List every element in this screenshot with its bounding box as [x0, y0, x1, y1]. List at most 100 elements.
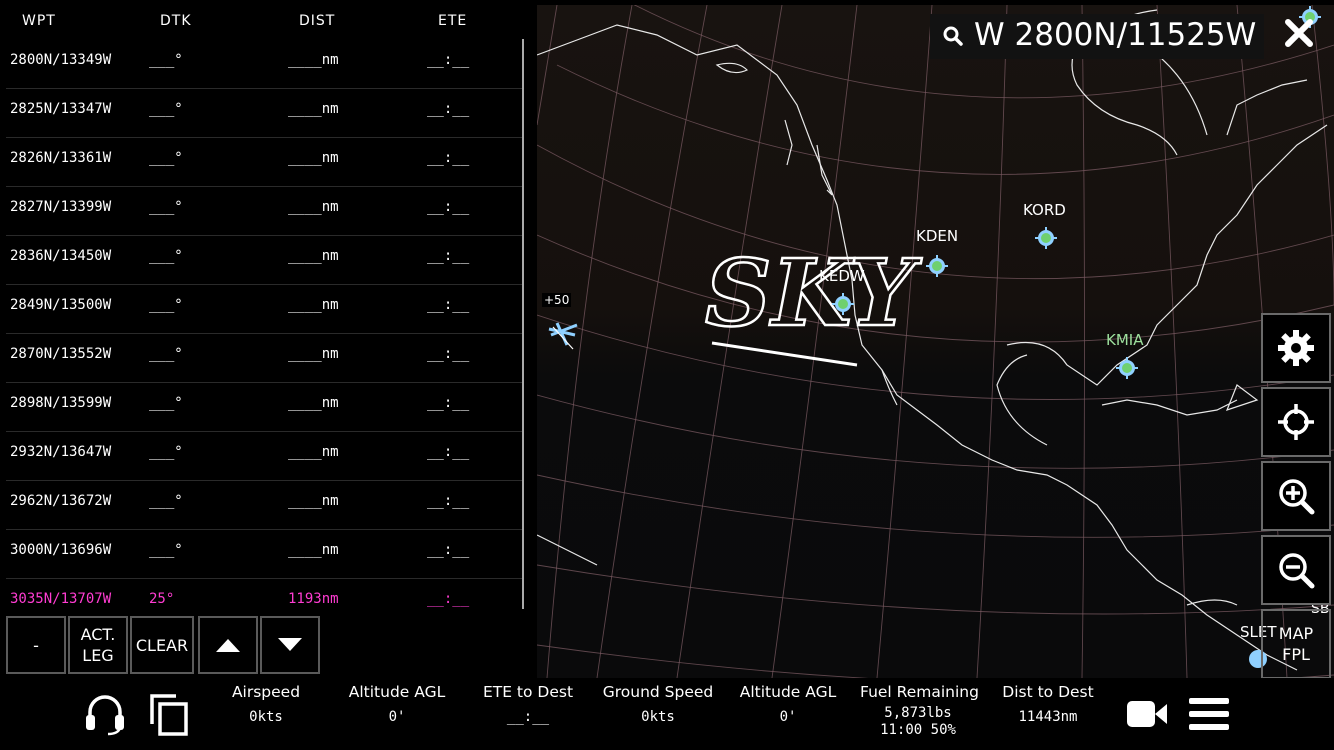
- headset-icon[interactable]: [84, 692, 126, 736]
- waypoint-name: 2849N/13500W: [10, 297, 112, 313]
- altitude-agl-readout-2: Altitude AGL 0': [737, 683, 839, 726]
- zoom-in-icon: [1279, 479, 1315, 515]
- waypoint-row[interactable]: 2932N/13647W ___° ____nm __:__: [6, 432, 522, 481]
- move-down-button[interactable]: [260, 616, 320, 674]
- waypoint-dtk: ___°: [149, 101, 183, 117]
- waypoint-ete: __:__: [427, 493, 470, 509]
- ground-speed-value: 0kts: [641, 709, 675, 725]
- map-view[interactable]: SKY +50 KDEN KORD KMIA KEDW SLET SB: [537, 5, 1334, 678]
- dist-to-dest-readout: Dist to Dest 11443nm: [998, 683, 1098, 726]
- flight-plan-list: 2800N/13349W ___° ____nm __:__ 2825N/133…: [6, 40, 522, 627]
- waypoint-ete: __:__: [427, 52, 470, 68]
- waypoint-name: 2898N/13599W: [10, 395, 112, 411]
- zoom-in-button[interactable]: [1261, 461, 1331, 531]
- waypoint-dist: ____nm: [288, 346, 339, 362]
- triangle-down-icon: [278, 638, 302, 651]
- waypoint-ete: __:__: [427, 542, 470, 558]
- waypoint-ete: __:__: [427, 346, 470, 362]
- dist-to-dest-label: Dist to Dest: [1002, 683, 1094, 701]
- waypoint-row[interactable]: 3000N/13696W ___° ____nm __:__: [6, 530, 522, 579]
- fuel-remaining-readout: Fuel Remaining 5,873lbs 11:00 50%: [860, 683, 979, 739]
- waypoint-dist: ____nm: [288, 199, 339, 215]
- waypoint-row[interactable]: 2962N/13672W ___° ____nm __:__: [6, 481, 522, 530]
- aircraft-altitude-tag: +50: [542, 293, 572, 307]
- svg-text:SKY: SKY: [705, 239, 923, 347]
- header-ete: ETE: [438, 13, 468, 29]
- crosshair-icon: [1278, 404, 1314, 440]
- zoom-out-button[interactable]: [1261, 535, 1331, 605]
- waypoint-ete: __:__: [427, 591, 470, 607]
- ground-speed-label: Ground Speed: [602, 683, 714, 701]
- waypoint-row[interactable]: 2898N/13599W ___° ____nm __:__: [6, 383, 522, 432]
- waypoint-row[interactable]: 2800N/13349W ___° ____nm __:__: [6, 40, 522, 89]
- waypoint-dist: ____nm: [288, 395, 339, 411]
- fuel-remaining-time: 11:00 50%: [880, 722, 956, 738]
- waypoint-row[interactable]: 2849N/13500W ___° ____nm __:__: [6, 285, 522, 334]
- waypoint-name: 2800N/13349W: [10, 52, 112, 68]
- waypoint-row[interactable]: 2825N/13347W ___° ____nm __:__: [6, 89, 522, 138]
- copy-icon[interactable]: [148, 692, 190, 736]
- waypoint-row[interactable]: 2870N/13552W ___° ____nm __:__: [6, 334, 522, 383]
- flight-plan-scrollbar[interactable]: [522, 39, 524, 609]
- waypoint-name: 2836N/13450W: [10, 248, 112, 264]
- remove-waypoint-button[interactable]: -: [6, 616, 66, 674]
- move-up-button[interactable]: [198, 616, 258, 674]
- fuel-remaining-label: Fuel Remaining: [860, 683, 979, 701]
- map-canvas: SKY: [537, 5, 1334, 678]
- close-icon[interactable]: [1282, 16, 1316, 50]
- header-wpt: WPT: [22, 13, 56, 29]
- waypoint-dtk: ___°: [149, 493, 183, 509]
- dist-to-dest-value: 11443nm: [1018, 709, 1078, 725]
- waypoint-name: 2825N/13347W: [10, 101, 112, 117]
- menu-icon[interactable]: [1189, 697, 1229, 731]
- airport-label-kden: KDEN: [916, 227, 959, 245]
- clear-button[interactable]: CLEAR: [130, 616, 194, 674]
- altitude-agl-readout: Altitude AGL 0': [346, 683, 448, 726]
- waypoint-name: 3035N/13707W: [10, 591, 112, 607]
- waypoint-dist: 1193nm: [288, 591, 339, 607]
- waypoint-dtk: ___°: [149, 297, 183, 313]
- airport-label-kord: KORD: [1023, 201, 1066, 219]
- waypoint-name: 2962N/13672W: [10, 493, 112, 509]
- waypoint-ete: __:__: [427, 101, 470, 117]
- waypoint-dist: ____nm: [288, 52, 339, 68]
- bottom-status-bar: Airspeed 0kts Altitude AGL 0' ETE to Des…: [0, 678, 1334, 750]
- ete-to-dest-value: __:__: [506, 709, 550, 725]
- waypoint-row[interactable]: 2827N/13399W ___° ____nm __:__: [6, 187, 522, 236]
- activate-leg-button[interactable]: ACT. LEG: [68, 616, 128, 674]
- activate-leg-label-1: ACT.: [80, 625, 116, 644]
- waypoint-ete: __:__: [427, 150, 470, 166]
- waypoint-dtk: ___°: [149, 52, 183, 68]
- airport-marker-kmia[interactable]: [1115, 356, 1139, 380]
- search-icon: [943, 26, 963, 46]
- waypoint-name: 3000N/13696W: [10, 542, 112, 558]
- waypoint-ete: __:__: [427, 248, 470, 264]
- fpl-label: FPL: [1282, 645, 1310, 664]
- airport-marker-kedw[interactable]: [831, 292, 855, 316]
- waypoint-dist: ____nm: [288, 248, 339, 264]
- center-map-button[interactable]: [1261, 387, 1331, 457]
- airport-marker-kord[interactable]: [1034, 226, 1058, 250]
- ete-to-dest-label: ETE to Dest: [482, 683, 574, 701]
- map-fpl-toggle-button[interactable]: MAP FPL: [1261, 609, 1331, 679]
- waypoint-name: 2870N/13552W: [10, 346, 112, 362]
- waypoint-ete: __:__: [427, 199, 470, 215]
- header-dtk: DTK: [160, 13, 192, 29]
- map-label: MAP: [1278, 624, 1314, 643]
- airport-label-kedw: KEDW: [819, 267, 865, 285]
- airport-marker-kden[interactable]: [925, 254, 949, 278]
- waypoint-search-bar[interactable]: W 2800N/11525W: [930, 14, 1264, 59]
- sky-watermark: SKY: [704, 238, 924, 367]
- waypoint-row[interactable]: 2836N/13450W ___° ____nm __:__: [6, 236, 522, 285]
- flight-plan-header: WPT DTK DIST ETE: [6, 5, 522, 39]
- zoom-out-icon: [1279, 553, 1315, 589]
- waypoint-ete: __:__: [427, 395, 470, 411]
- waypoint-ete: __:__: [427, 444, 470, 460]
- remove-waypoint-label: -: [33, 635, 39, 655]
- waypoint-row[interactable]: 2826N/13361W ___° ____nm __:__: [6, 138, 522, 187]
- settings-button[interactable]: [1261, 313, 1331, 383]
- camera-icon[interactable]: [1126, 698, 1168, 730]
- waypoint-dist: ____nm: [288, 150, 339, 166]
- waypoint-dtk: ___°: [149, 346, 183, 362]
- altitude-agl-label-2: Altitude AGL: [739, 683, 837, 701]
